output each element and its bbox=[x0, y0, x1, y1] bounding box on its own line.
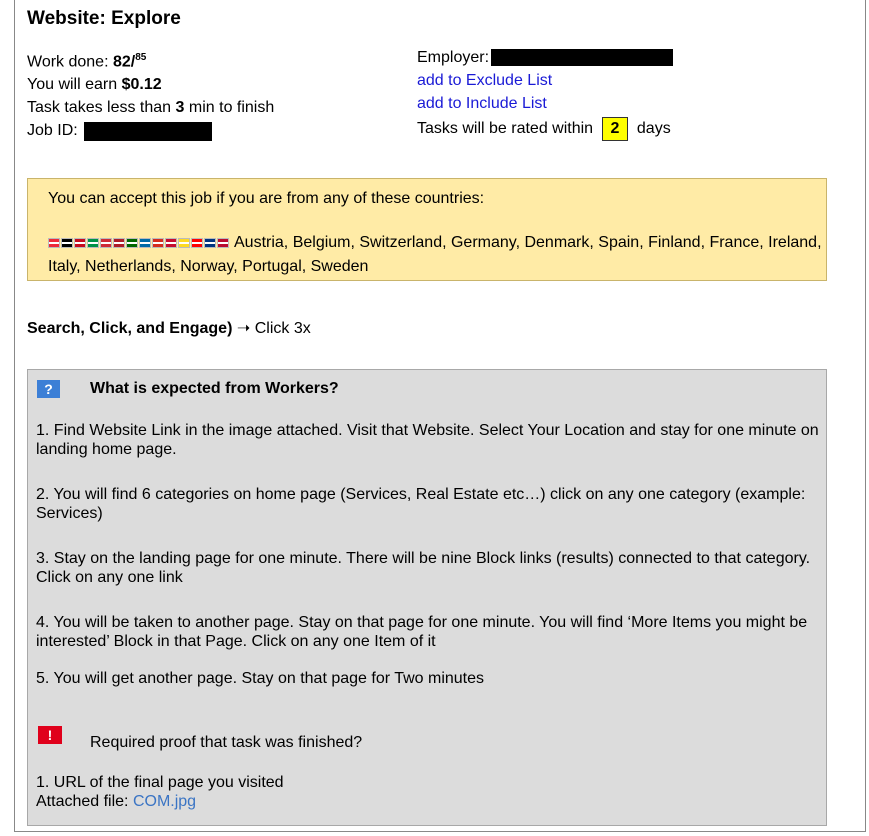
add-to-exclude-link[interactable]: add to Exclude List bbox=[417, 72, 552, 89]
flag-icon bbox=[217, 238, 229, 248]
expected-title: What is expected from Workers? bbox=[90, 380, 339, 397]
flag-icon bbox=[74, 238, 86, 248]
arrow-right-icon: ➝ bbox=[236, 320, 251, 337]
task-instruction: Search, Click, and Engage) ➝ Click 3x bbox=[27, 318, 311, 338]
employer: Employer: bbox=[417, 46, 674, 69]
step-item: 3. Stay on the landing page for one minu… bbox=[36, 550, 811, 586]
rated-prefix: Tasks will be rated within bbox=[417, 120, 594, 138]
job-info-left: Work done: 82/85 You will earn $0.12 Tas… bbox=[27, 46, 274, 142]
flag-icon bbox=[48, 238, 60, 248]
flag-icon bbox=[113, 238, 125, 248]
time-suffix: min to finish bbox=[188, 99, 275, 117]
flag-icon bbox=[165, 238, 177, 248]
job-id-label: Job ID: bbox=[27, 122, 78, 140]
flag-icon bbox=[191, 238, 203, 248]
employer-redacted bbox=[491, 49, 674, 67]
add-to-include-link[interactable]: add to Include List bbox=[417, 95, 547, 112]
proof-title: Required proof that task was finished? bbox=[90, 734, 363, 751]
flag-icon bbox=[100, 238, 112, 248]
flag-icon bbox=[152, 238, 164, 248]
attached-file-link[interactable]: COM.jpg bbox=[133, 793, 196, 810]
countries-intro: You can accept this job if you are from … bbox=[48, 190, 485, 207]
flag-icon bbox=[126, 238, 138, 248]
country-flags-icon bbox=[48, 232, 230, 255]
work-done-value: 82/ bbox=[112, 53, 136, 71]
task-instruction-bold: Search, Click, and Engage) bbox=[27, 320, 233, 337]
proof-item: 1. URL of the final page you visited bbox=[36, 774, 284, 791]
employer-label: Employer: bbox=[417, 49, 490, 66]
step-item: 4. You will be taken to another page. St… bbox=[36, 614, 808, 650]
work-total: 85 bbox=[135, 52, 147, 63]
earn-label: You will earn bbox=[27, 76, 118, 94]
proof-requirements: 1. URL of the final page you visited Att… bbox=[36, 773, 284, 811]
task-action: Click 3x bbox=[254, 320, 311, 337]
job-id-redacted bbox=[83, 121, 212, 141]
step-item: 5. You will get another page. Stay on th… bbox=[36, 670, 485, 687]
flag-icon bbox=[61, 238, 73, 248]
expected-box: ? What is expected from Workers? 1. Find… bbox=[27, 369, 827, 826]
flag-icon bbox=[139, 238, 151, 248]
countries-box: You can accept this job if you are from … bbox=[27, 178, 827, 281]
step-item: 2. You will find 6 categories on home pa… bbox=[36, 486, 806, 522]
flag-icon bbox=[178, 238, 190, 248]
question-icon: ? bbox=[37, 380, 60, 398]
warning-icon: ! bbox=[38, 726, 62, 744]
work-done-label: Work done: bbox=[27, 53, 109, 71]
attached-file: Attached file: COM.jpg bbox=[36, 792, 284, 811]
countries-list: Austria, Belgium, Switzerland, Germany, … bbox=[48, 231, 823, 278]
work-done: Work done: 82/85 bbox=[27, 46, 274, 73]
flag-icon bbox=[204, 238, 216, 248]
time-value: 3 bbox=[175, 99, 185, 117]
job-id: Job ID: bbox=[27, 119, 274, 142]
rating-info: Tasks will be rated within 2 days bbox=[417, 117, 673, 141]
page-title: Website: Explore bbox=[27, 8, 181, 29]
flag-icon bbox=[87, 238, 99, 248]
task-duration: Task takes less than 3 min to finish bbox=[27, 96, 274, 119]
time-prefix: Task takes less than bbox=[27, 99, 172, 117]
rated-suffix: days bbox=[636, 120, 671, 138]
earnings: You will earn $0.12 bbox=[27, 73, 274, 96]
job-info-right: Employer: add to Exclude List add to Inc… bbox=[417, 46, 674, 141]
earn-value: $0.12 bbox=[121, 76, 162, 94]
step-item: 1. Find Website Link in the image attach… bbox=[36, 422, 819, 458]
attached-label: Attached file: bbox=[36, 793, 129, 810]
rated-days-badge: 2 bbox=[601, 117, 629, 141]
